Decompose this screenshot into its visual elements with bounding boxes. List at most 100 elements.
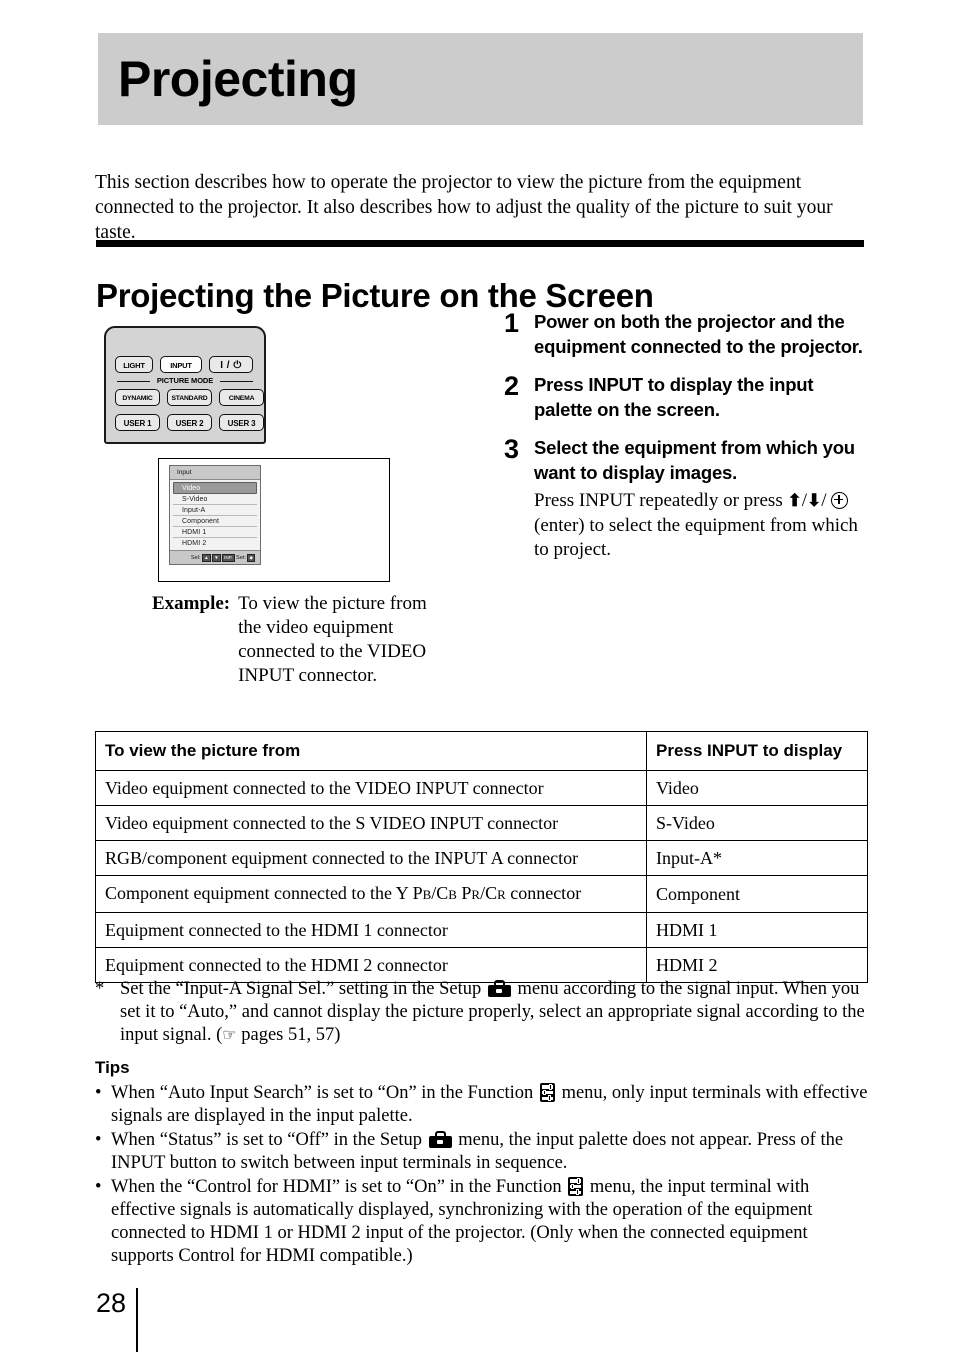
- page-number: 28: [96, 1288, 127, 1318]
- remote-user3-button: USER 3: [219, 414, 264, 431]
- step-3-subtext-pre: Press INPUT repeatedly or press: [534, 490, 788, 511]
- footnote-marker: *: [95, 979, 105, 999]
- example-label: Example:: [152, 593, 231, 614]
- input-palette: Input Video S-Video Input-A Component HD…: [169, 465, 261, 565]
- tip-bullet: •: [95, 1083, 102, 1103]
- example-text: To view the picture from the video equip…: [238, 593, 427, 686]
- component-text-mid1: /C: [431, 883, 449, 903]
- table-cell-display: HDMI 1: [646, 912, 868, 948]
- section-rule: [96, 240, 864, 247]
- input-palette-screen: Input Video S-Video Input-A Component HD…: [158, 458, 390, 582]
- input-key-icon: INP.: [222, 553, 235, 562]
- component-text-mid2: P: [456, 883, 472, 903]
- step-3-body: Select the equipment from which you want…: [534, 436, 866, 563]
- step-2: 2 Press INPUT to display the input palet…: [504, 373, 866, 422]
- table-cell-display: S-Video: [646, 805, 868, 841]
- component-sub-b1: B: [422, 887, 432, 902]
- palette-set-label: Set:: [236, 554, 246, 561]
- remote-user1-button: USER 1: [115, 414, 160, 431]
- setup-icon: [428, 1131, 452, 1148]
- palette-item-hdmi-2: HDMI 2: [182, 539, 207, 547]
- tip-2-part-1: When “Status” is set to “Off” in the Set…: [111, 1130, 427, 1150]
- picture-mode-label: PICTURE MODE: [156, 376, 214, 385]
- remote-cinema-button: CINEMA: [219, 389, 264, 406]
- palette-item-s-video: S-Video: [173, 494, 257, 505]
- palette-item-hdmi-1: HDMI 1: [173, 527, 257, 538]
- step-2-heading: Press INPUT to display the input palette…: [534, 374, 814, 420]
- step-3-subtext: Press INPUT repeatedly or press ⬆/⬇/ (en…: [534, 489, 866, 563]
- step-2-number: 2: [504, 371, 520, 401]
- tip-bullet: •: [95, 1177, 102, 1197]
- step-3-subtext-slash2: /: [821, 490, 832, 511]
- component-text-mid3: /C: [480, 883, 498, 903]
- table-header-display: Press INPUT to display: [646, 731, 868, 771]
- component-sub-b2: B: [448, 887, 457, 902]
- step-1: 1 Power on both the projector and the eq…: [504, 310, 866, 359]
- footnote-part-3: pages 51, 57): [236, 1025, 341, 1045]
- tip-item: • When “Status” is set to “Off” in the S…: [95, 1129, 870, 1175]
- arrow-up-icon: ⬆: [787, 491, 802, 510]
- page-title: Projecting: [118, 51, 358, 107]
- palette-item-input-a: Input-A: [173, 505, 257, 516]
- table-cell-display: Component: [646, 875, 868, 913]
- component-sub-r1: R: [471, 887, 481, 902]
- footnote: * Set the “Input-A Signal Sel.” setting …: [95, 978, 870, 1047]
- table-row: Video equipment connected to the VIDEO I…: [95, 770, 868, 806]
- remote-light-button: LIGHT: [115, 356, 153, 373]
- step-2-body: Press INPUT to display the input palette…: [534, 373, 866, 422]
- step-3: 3 Select the equipment from which you wa…: [504, 436, 866, 563]
- table-cell-source: RGB/component equipment connected to the…: [95, 840, 647, 876]
- enter-button-icon: [831, 492, 849, 509]
- table-header-row: To view the picture from Press INPUT to …: [95, 731, 868, 771]
- step-3-number: 3: [504, 434, 520, 464]
- tip-text: When “Auto Input Search” is set to “On” …: [111, 1082, 870, 1128]
- arrow-down-icon: ⬇: [807, 491, 822, 510]
- tip-1-part-1: When “Auto Input Search” is set to “On” …: [111, 1083, 538, 1103]
- input-selection-table: To view the picture from Press INPUT to …: [95, 731, 868, 983]
- remote-user2-button: USER 2: [167, 414, 212, 431]
- remote-button-row-top: LIGHT INPUT I / ⏻: [115, 356, 253, 373]
- tips-section: Tips • When “Auto Input Search” is set t…: [95, 1058, 870, 1269]
- remote-dynamic-button: DYNAMIC: [115, 389, 160, 406]
- table-header-source: To view the picture from: [95, 731, 647, 771]
- pointing-hand-icon: ☞: [222, 1027, 237, 1044]
- table-row: RGB/component equipment connected to the…: [95, 840, 868, 876]
- component-sub-r2: R: [497, 887, 506, 902]
- setup-icon: [487, 980, 511, 997]
- table-cell-source: Equipment connected to the HDMI 1 connec…: [95, 912, 647, 948]
- step-1-number: 1: [504, 308, 520, 338]
- remote-button-row-bottom: USER 1 USER 2 USER 3: [115, 414, 264, 431]
- step-1-heading: Power on both the projector and the equi…: [534, 311, 863, 357]
- palette-item-component: Component: [173, 516, 257, 527]
- footnote-part-1: Set the “Input-A Signal Sel.” setting in…: [120, 979, 486, 999]
- chapter-banner: Projecting: [98, 33, 863, 125]
- table-cell-display: Input-A*: [646, 840, 868, 876]
- arrow-up-key-icon: ▲: [202, 553, 211, 562]
- tip-item: • When the “Control for HDMI” is set to …: [95, 1176, 870, 1268]
- footnote-text: Set the “Input-A Signal Sel.” setting in…: [120, 978, 870, 1047]
- palette-sel-label: Sel:: [190, 554, 201, 561]
- step-3-subtext-post: (enter) to select the equipment from whi…: [534, 514, 858, 561]
- tip-text: When “Status” is set to “Off” in the Set…: [111, 1129, 870, 1175]
- intro-paragraph: This section describes how to operate th…: [95, 171, 833, 243]
- component-text-pre: Component equipment connected to the Y P: [105, 883, 423, 903]
- tips-title: Tips: [95, 1058, 130, 1077]
- footer-rule: [136, 1288, 138, 1352]
- remote-control-illustration: LIGHT INPUT I / ⏻ PICTURE MODE DYNAMIC S…: [104, 326, 272, 450]
- remote-power-button: I / ⏻: [209, 356, 253, 373]
- example-block: Example: To view the picture from the vi…: [152, 592, 502, 688]
- steps-list: 1 Power on both the projector and the eq…: [504, 310, 866, 577]
- enter-key-icon: ◆: [247, 553, 255, 562]
- table-row: Equipment connected to the HDMI 1 connec…: [95, 912, 868, 948]
- remote-button-row-middle: DYNAMIC STANDARD CINEMA: [115, 389, 264, 406]
- tip-item: • When “Auto Input Search” is set to “On…: [95, 1082, 870, 1128]
- input-palette-list: Video S-Video Input-A Component HDMI 1 H…: [170, 480, 260, 550]
- tip-bullet: •: [95, 1130, 102, 1150]
- table-row: Video equipment connected to the S VIDEO…: [95, 805, 868, 841]
- input-palette-title: Input: [170, 466, 260, 480]
- table-cell-source: Video equipment connected to the S VIDEO…: [95, 805, 647, 841]
- remote-input-button: INPUT: [160, 356, 202, 373]
- step-1-body: Power on both the projector and the equi…: [534, 310, 866, 359]
- step-3-heading: Select the equipment from which you want…: [534, 437, 855, 483]
- function-icon: [568, 1177, 584, 1196]
